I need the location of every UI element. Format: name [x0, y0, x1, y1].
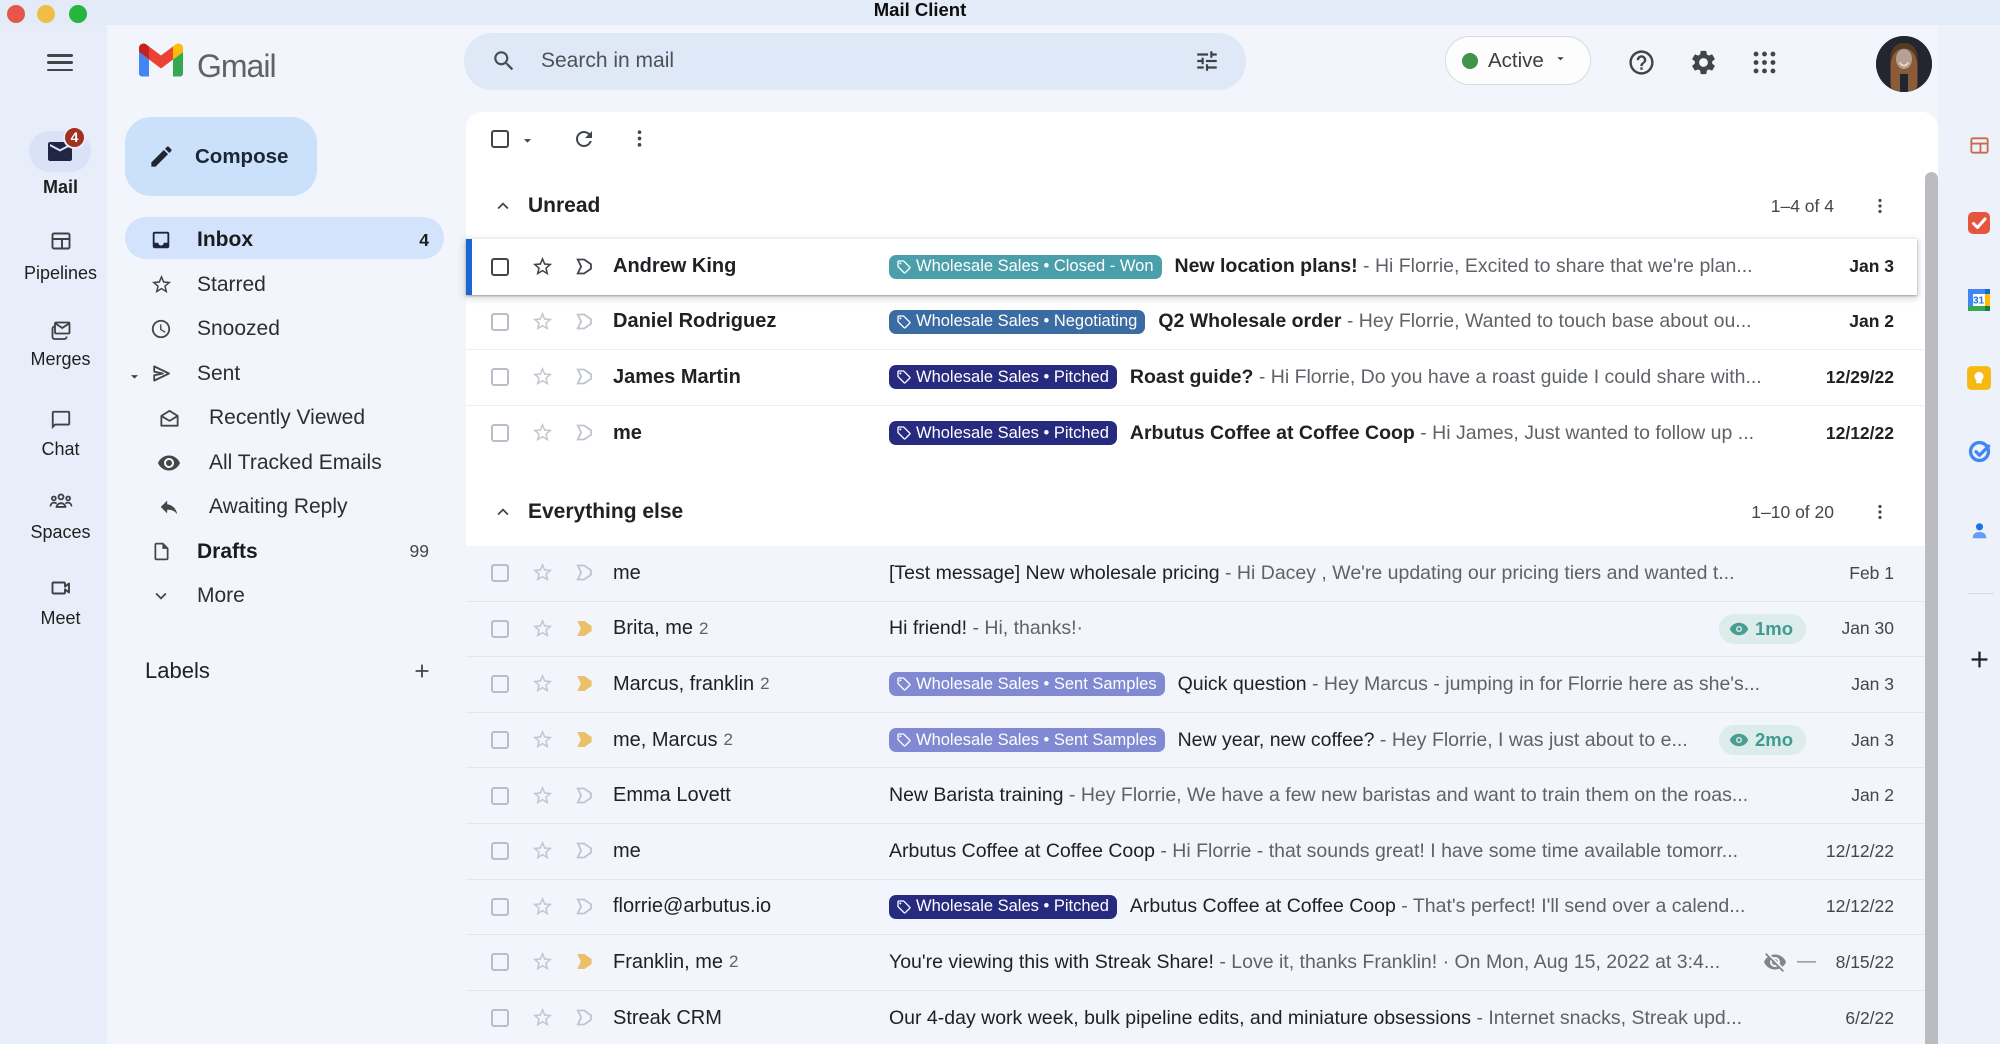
svg-text:31: 31 [1973, 296, 1985, 307]
